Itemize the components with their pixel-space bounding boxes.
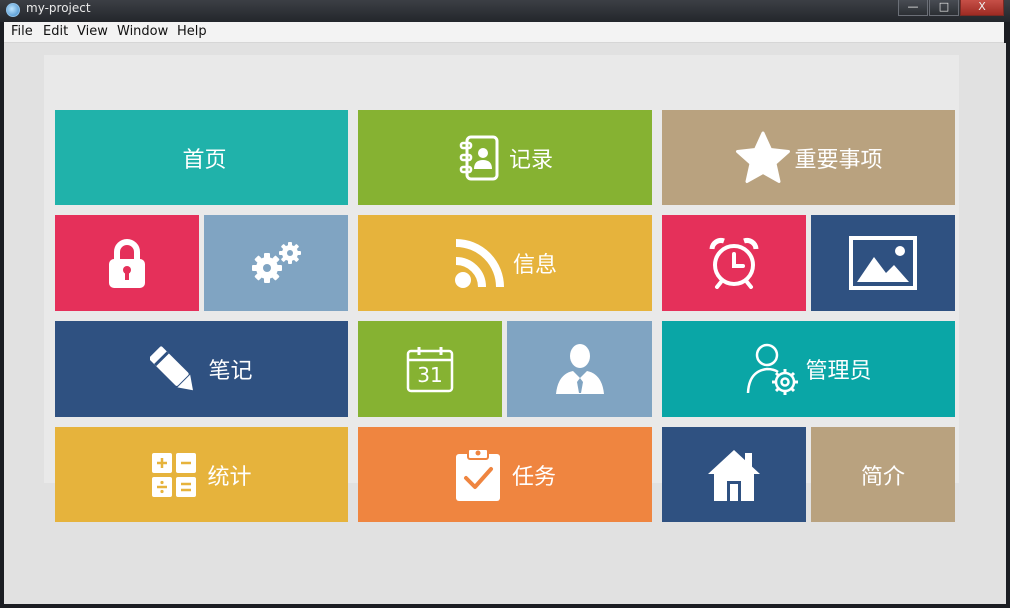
tile-intro-label: 简介 (860, 464, 905, 490)
lock-icon (107, 237, 147, 289)
gears-icon (247, 240, 305, 286)
tile-notes-label: 笔记 (208, 359, 253, 384)
tile-stats[interactable]: 统计 (55, 427, 348, 522)
window-controls: — □ X (897, 0, 1004, 16)
tile-info[interactable]: 信息 (358, 215, 652, 311)
tile-records[interactable]: 记录 (358, 110, 652, 205)
pencil-icon (150, 344, 202, 394)
title-bar: my-project — □ X (0, 0, 1010, 22)
maximize-button[interactable]: □ (929, 0, 959, 16)
window-title: my-project (26, 1, 91, 15)
tile-tasks-label: 任务 (511, 464, 556, 490)
tile-tasks[interactable]: 任务 (358, 427, 652, 522)
tile-gallery[interactable] (811, 215, 955, 311)
star-icon (734, 130, 792, 186)
tile-records-label: 记录 (508, 147, 553, 173)
calendar-icon: 31 (406, 345, 454, 393)
app-icon (6, 3, 20, 17)
minimize-button[interactable]: — (898, 0, 928, 16)
tile-intro[interactable]: 简介 (811, 427, 955, 522)
rss-icon (453, 236, 507, 290)
tile-house[interactable] (662, 427, 806, 522)
alarm-clock-icon (709, 237, 759, 289)
menu-edit[interactable]: Edit (43, 24, 68, 39)
menu-view[interactable]: View (77, 24, 108, 39)
tile-important[interactable]: 重要事项 (662, 110, 955, 205)
tile-home-label: 首页 (182, 147, 227, 173)
address-book-icon (457, 134, 503, 182)
close-button[interactable]: X (960, 0, 1004, 16)
user-tie-icon (553, 342, 607, 396)
menu-file[interactable]: File (11, 24, 33, 39)
tile-admin[interactable]: 管理员 (662, 321, 955, 417)
menu-help[interactable]: Help (177, 24, 207, 39)
tile-calendar[interactable]: 31 (358, 321, 502, 417)
tile-user[interactable] (507, 321, 652, 417)
tile-lock[interactable] (55, 215, 199, 311)
tile-alarm[interactable] (662, 215, 806, 311)
tile-info-label: 信息 (512, 253, 557, 278)
house-icon (706, 448, 762, 502)
tile-stats-label: 统计 (207, 464, 252, 490)
calculator-icon (151, 452, 197, 498)
tile-settings[interactable] (204, 215, 348, 311)
menu-window[interactable]: Window (117, 24, 168, 39)
image-icon (848, 235, 918, 291)
calendar-day-number: 31 (417, 363, 443, 387)
clipboard-check-icon (454, 447, 502, 503)
tile-notes[interactable]: 笔记 (55, 321, 348, 417)
user-gear-icon (745, 341, 801, 397)
tile-important-label: 重要事项 (794, 147, 883, 173)
tile-home[interactable]: 首页 (55, 110, 348, 205)
tile-admin-label: 管理员 (805, 359, 872, 384)
menu-bar: File Edit View Window Help (4, 22, 1004, 43)
